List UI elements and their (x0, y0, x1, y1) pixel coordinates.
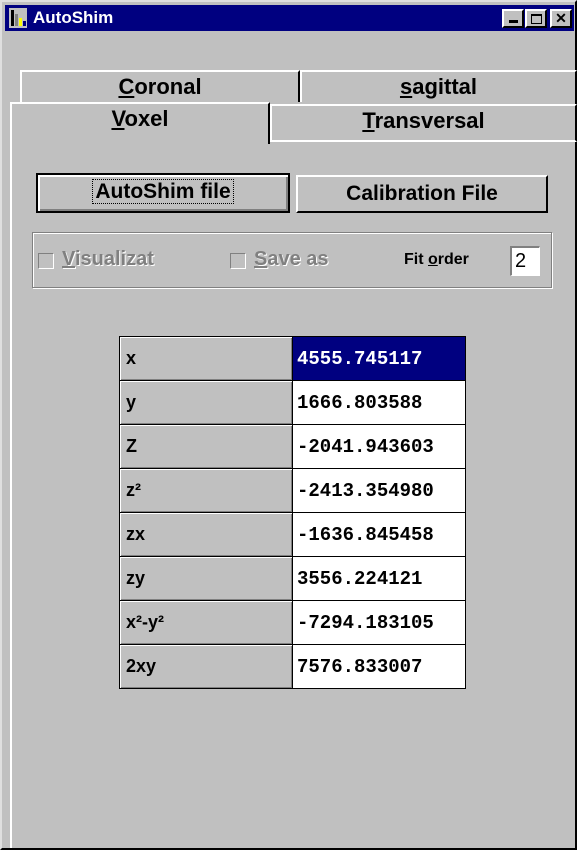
fit-order-input[interactable]: 2 (510, 246, 540, 276)
value-cell[interactable]: -2413.354980 (292, 468, 466, 513)
close-icon: ✕ (555, 10, 567, 26)
tab-transversal[interactable]: Transversal (270, 104, 577, 142)
fit-order-label: Fit order (404, 251, 469, 269)
coefficient-grid: x 4555.745117 y 1666.803588 Z -2041.943603 z² -… (119, 336, 466, 689)
grid-row[interactable]: zx -1636.845458 (119, 512, 466, 557)
autoshim-file-label: AutoShim file (92, 179, 234, 204)
visualize-label: Visualizat (62, 248, 154, 271)
grid-row[interactable]: Z -2041.943603 (119, 424, 466, 469)
save-as-checkbox[interactable] (230, 253, 246, 269)
calibration-file-button[interactable]: Calibration File (296, 175, 548, 213)
visualize-mnemonic: V (62, 248, 75, 270)
app-icon (9, 8, 27, 28)
grid-row[interactable]: z² -2413.354980 (119, 468, 466, 513)
value-cell[interactable]: 3556.224121 (292, 556, 466, 601)
save-as-label: Save as (254, 248, 329, 271)
tab-voxel-label: oxel (124, 106, 169, 131)
tab-transversal-label: ransversal (374, 108, 485, 133)
value-cell[interactable]: 7576.833007 (292, 644, 466, 689)
row-label: y (119, 380, 293, 425)
visualize-checkbox[interactable] (38, 253, 54, 269)
grid-row[interactable]: x 4555.745117 (119, 336, 466, 381)
tab-coronal-label: oronal (134, 74, 202, 99)
row-label: zy (119, 556, 293, 601)
panel-left-edge (10, 142, 12, 848)
maximize-icon (530, 14, 542, 24)
tab-transversal-mnemonic: T (362, 108, 375, 133)
visualize-label-text: isualizat (74, 248, 154, 270)
value-cell[interactable]: -1636.845458 (292, 512, 466, 557)
row-label: 2xy (119, 644, 293, 689)
row-label: x²-y² (119, 600, 293, 645)
close-button[interactable]: ✕ (550, 9, 572, 28)
value-cell[interactable]: 1666.803588 (292, 380, 466, 425)
grid-row[interactable]: 2xy 7576.833007 (119, 644, 466, 689)
minimize-button[interactable] (502, 9, 524, 28)
minimize-icon (508, 20, 518, 23)
autoshim-file-button[interactable]: AutoShim file (36, 173, 290, 213)
tab-coronal-mnemonic: C (118, 74, 135, 99)
window-title: AutoShim (33, 8, 114, 27)
tab-voxel[interactable]: Voxel (10, 102, 270, 144)
save-as-label-text: ave as (267, 248, 329, 270)
fit-order-mnemonic: o (428, 251, 438, 268)
row-label: z² (119, 468, 293, 513)
tab-voxel-mnemonic: V (111, 106, 125, 131)
fit-order-pre: Fit (404, 251, 428, 268)
calibration-file-label: Calibration File (346, 182, 498, 205)
row-label: Z (119, 424, 293, 469)
autoshim-window: AutoShim ✕ Coronal sagittal Voxel Transv… (0, 0, 577, 850)
save-as-mnemonic: S (254, 248, 268, 270)
title-bar[interactable]: AutoShim ✕ (5, 5, 574, 31)
tab-sagittal-label: agittal (412, 74, 478, 99)
grid-body: x 4555.745117 y 1666.803588 Z -2041.943603 z² -… (119, 336, 466, 689)
tab-sagittal-mnemonic: s (399, 74, 413, 99)
maximize-button[interactable] (525, 9, 547, 28)
value-cell[interactable]: -7294.183105 (292, 600, 466, 645)
tab-sagittal[interactable]: sagittal (300, 70, 577, 102)
grid-row[interactable]: x²-y² -7294.183105 (119, 600, 466, 645)
tab-coronal[interactable]: Coronal (20, 70, 300, 102)
value-cell[interactable]: 4555.745117 (292, 336, 466, 381)
fit-order-post: rder (437, 251, 469, 268)
grid-row[interactable]: zy 3556.224121 (119, 556, 466, 601)
row-label: x (119, 336, 293, 381)
value-cell[interactable]: -2041.943603 (292, 424, 466, 469)
row-label: zx (119, 512, 293, 557)
grid-row[interactable]: y 1666.803588 (119, 380, 466, 425)
